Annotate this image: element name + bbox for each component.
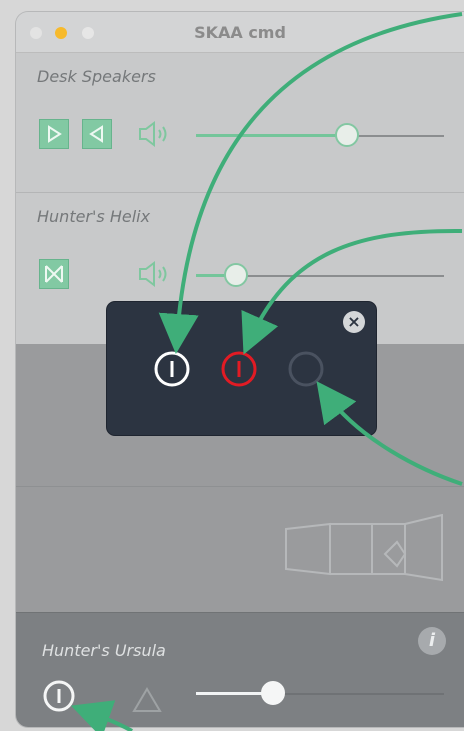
bottom-device-panel: Hunter's Ursula i	[16, 612, 464, 727]
room-outline-icon	[285, 513, 443, 582]
device-name: Hunter's Ursula	[42, 641, 166, 660]
power-icon[interactable]	[42, 679, 76, 713]
power-popup: ×	[107, 302, 376, 435]
volume-slider[interactable]	[196, 681, 444, 707]
speaker-icon[interactable]	[136, 119, 170, 149]
triangle-icon[interactable]	[132, 686, 162, 714]
power-off-icon[interactable]	[287, 350, 325, 388]
speaker-icon[interactable]	[136, 259, 170, 289]
play-right-icon[interactable]	[39, 119, 69, 149]
bowtie-icon[interactable]	[39, 259, 69, 289]
volume-slider[interactable]	[196, 123, 444, 149]
device-name: Hunter's Helix	[37, 207, 151, 226]
close-icon[interactable]: ×	[343, 311, 365, 333]
play-left-icon[interactable]	[82, 119, 112, 149]
power-on-white-icon[interactable]	[153, 350, 191, 388]
info-icon[interactable]: i	[418, 627, 446, 655]
volume-slider[interactable]	[196, 263, 444, 289]
window-title: SKAA cmd	[194, 23, 286, 42]
power-on-red-icon[interactable]	[220, 350, 258, 388]
device-row-desk-speakers: Desk Speakers	[16, 53, 464, 193]
device-name: Desk Speakers	[37, 67, 156, 86]
titlebar: SKAA cmd	[16, 12, 464, 53]
